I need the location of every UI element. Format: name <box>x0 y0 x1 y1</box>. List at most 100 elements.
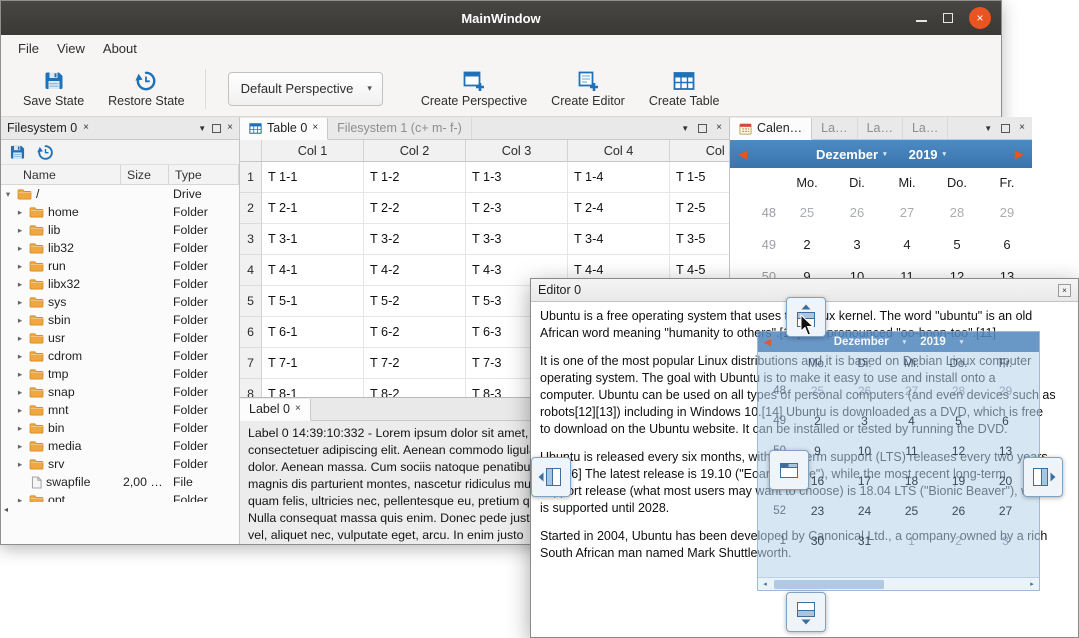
prev-month-icon[interactable]: ◀ <box>738 147 747 161</box>
menu-item-about[interactable]: About <box>94 41 146 56</box>
column-header[interactable]: Col 4 <box>568 140 670 162</box>
fs-row-mnt[interactable]: ▸mntFolder <box>1 401 239 419</box>
table-cell[interactable]: T 3-3 <box>466 224 568 255</box>
fs-row-media[interactable]: ▸mediaFolder <box>1 437 239 455</box>
tab-table-0[interactable]: Table 0 × <box>240 118 328 140</box>
panel-float-icon[interactable] <box>212 124 221 133</box>
calendar-day[interactable]: 4 <box>882 228 932 260</box>
expand-icon[interactable]: ▸ <box>15 297 25 308</box>
row-header[interactable]: 6 <box>240 317 262 348</box>
table-cell[interactable]: T 8-2 <box>364 379 466 397</box>
minimize-icon[interactable] <box>916 20 927 22</box>
year-dropdown[interactable]: 2019 ▾ <box>909 147 946 162</box>
fs-row-usr[interactable]: ▸usrFolder <box>1 329 239 347</box>
column-header[interactable]: Col 2 <box>364 140 466 162</box>
row-header[interactable]: 4 <box>240 255 262 286</box>
calendar-day[interactable]: 25 <box>782 196 832 228</box>
fs-row-snap[interactable]: ▸snapFolder <box>1 383 239 401</box>
fs-row-libx32[interactable]: ▸libx32Folder <box>1 275 239 293</box>
calendar-day[interactable]: 26 <box>832 196 882 228</box>
panel-menu-icon[interactable]: ▼ <box>198 124 206 133</box>
expand-icon[interactable]: ▸ <box>15 459 25 470</box>
expand-icon[interactable]: ▸ <box>15 225 25 236</box>
calendar-day[interactable]: 5 <box>932 228 982 260</box>
table-cell[interactable]: T 3-4 <box>568 224 670 255</box>
tab-close-icon[interactable]: × <box>295 404 301 414</box>
expand-icon[interactable]: ▸ <box>15 441 25 452</box>
fs-row-cdrom[interactable]: ▸cdromFolder <box>1 347 239 365</box>
tab-label-2[interactable]: La… <box>858 117 903 139</box>
filesystem-panel-header[interactable]: Filesystem 0 × ▼ × <box>1 117 239 140</box>
fs-row-swapfile[interactable]: swapfile2,00 …File <box>1 473 239 491</box>
row-header[interactable]: 2 <box>240 193 262 224</box>
tab-label-0[interactable]: Label 0 × <box>240 399 311 421</box>
titlebar[interactable]: MainWindow × <box>1 1 1001 35</box>
scrollbar-thumb[interactable] <box>774 580 884 589</box>
expand-icon[interactable]: ▸ <box>15 423 25 434</box>
scroll-left-icon[interactable]: ◂ <box>1 505 8 514</box>
maximize-icon[interactable] <box>943 13 953 23</box>
calendar-day[interactable]: 6 <box>982 228 1032 260</box>
table-cell[interactable]: T 7-1 <box>262 348 364 379</box>
fs-row-lib[interactable]: ▸libFolder <box>1 221 239 239</box>
fs-row-opt[interactable]: ▸optFolder <box>1 491 239 502</box>
column-header-name[interactable]: Name <box>1 165 121 184</box>
column-header-type[interactable]: Type <box>169 165 239 184</box>
fs-row-home[interactable]: ▸homeFolder <box>1 203 239 221</box>
create-editor-button[interactable]: Create Editor <box>539 67 637 111</box>
fs-row-sys[interactable]: ▸sysFolder <box>1 293 239 311</box>
table-cell[interactable]: T 1-5 <box>670 162 729 193</box>
horizontal-scrollbar[interactable]: ◂ <box>1 502 239 516</box>
drag-preview-hscrollbar[interactable]: ◂ ▸ <box>758 577 1039 590</box>
expand-icon[interactable]: ▸ <box>15 279 25 290</box>
table-cell[interactable]: T 7-2 <box>364 348 466 379</box>
table-cell[interactable]: T 4-2 <box>364 255 466 286</box>
row-header[interactable]: 1 <box>240 162 262 193</box>
tab-label-1[interactable]: La… <box>812 117 857 139</box>
menu-item-view[interactable]: View <box>48 41 94 56</box>
table-cell[interactable]: T 1-2 <box>364 162 466 193</box>
column-header[interactable]: Col 5 <box>670 140 729 162</box>
create-perspective-button[interactable]: Create Perspective <box>409 67 539 111</box>
save-icon[interactable] <box>9 144 26 161</box>
table-cell[interactable]: T 1-1 <box>262 162 364 193</box>
table-cell[interactable]: T 2-5 <box>670 193 729 224</box>
calendar-day[interactable]: 2 <box>782 228 832 260</box>
next-month-icon[interactable]: ▶ <box>1015 147 1024 161</box>
menu-item-file[interactable]: File <box>9 41 48 56</box>
expand-icon[interactable]: ▸ <box>15 243 25 254</box>
restore-icon[interactable] <box>37 144 54 161</box>
column-header[interactable]: Col 3 <box>466 140 568 162</box>
expand-icon[interactable]: ▸ <box>15 369 25 380</box>
table-cell[interactable]: T 6-1 <box>262 317 364 348</box>
table-cell[interactable]: T 2-4 <box>568 193 670 224</box>
editor-close-icon[interactable]: × <box>1058 284 1071 297</box>
table-cell[interactable]: T 5-2 <box>364 286 466 317</box>
expand-icon[interactable]: ▸ <box>15 495 25 503</box>
month-dropdown[interactable]: Dezember ▾ <box>816 147 887 162</box>
row-header[interactable]: 7 <box>240 348 262 379</box>
table-cell[interactable]: T 1-3 <box>466 162 568 193</box>
panel-float-icon[interactable] <box>698 124 707 133</box>
fs-row-sbin[interactable]: ▸sbinFolder <box>1 311 239 329</box>
row-header[interactable]: 8 <box>240 379 262 397</box>
table-cell[interactable]: T 3-1 <box>262 224 364 255</box>
fs-row-bin[interactable]: ▸binFolder <box>1 419 239 437</box>
panel-float-icon[interactable] <box>1001 124 1010 133</box>
scrollbar-track[interactable] <box>772 578 1025 590</box>
fs-row-lib32[interactable]: ▸lib32Folder <box>1 239 239 257</box>
expand-icon[interactable]: ▸ <box>15 387 25 398</box>
drop-indicator-bottom[interactable] <box>786 592 826 632</box>
save-state-button[interactable]: Save State <box>11 67 96 111</box>
tab-close-icon[interactable]: × <box>312 123 318 133</box>
fs-row-run[interactable]: ▸runFolder <box>1 257 239 275</box>
drop-indicator-center[interactable] <box>769 450 809 490</box>
expand-icon[interactable]: ▸ <box>15 351 25 362</box>
drop-indicator-left[interactable] <box>531 457 571 497</box>
scroll-right-icon[interactable]: ▸ <box>1025 580 1039 588</box>
calendar-day[interactable]: 3 <box>832 228 882 260</box>
panel-menu-icon[interactable]: ▼ <box>681 124 689 133</box>
expand-icon[interactable]: ▸ <box>15 207 25 218</box>
panel-close-icon[interactable]: × <box>1019 123 1025 133</box>
tab-calendar-0[interactable]: Calen… <box>730 118 812 140</box>
